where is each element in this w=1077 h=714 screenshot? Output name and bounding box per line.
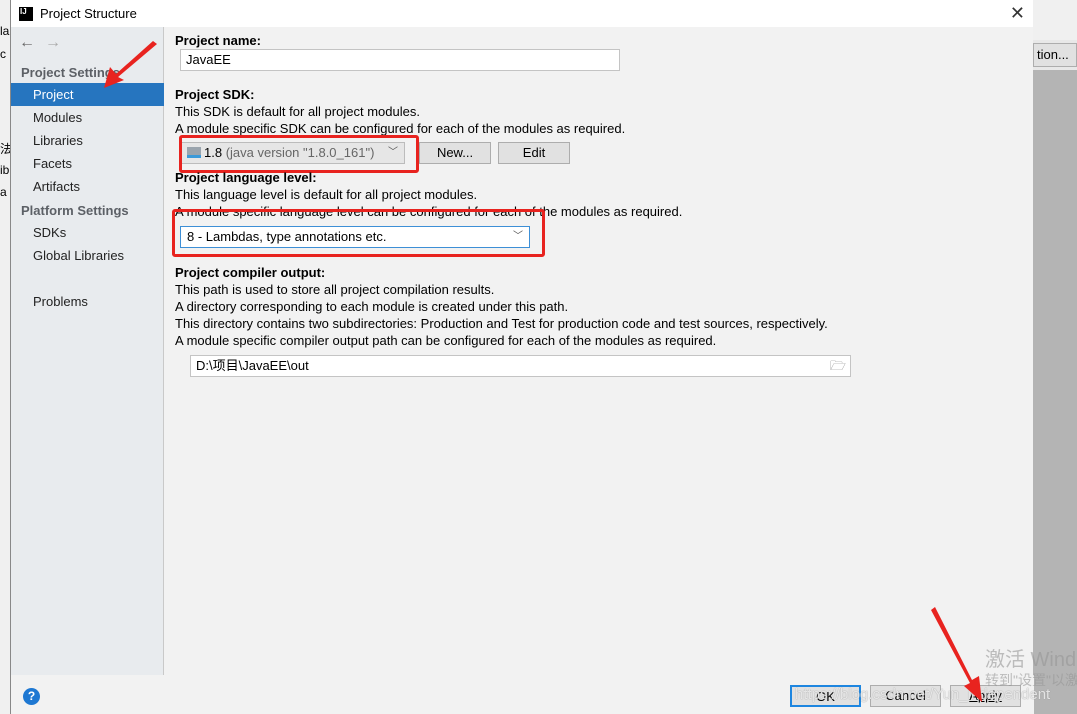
sidebar-item-artifacts[interactable]: Artifacts <box>11 175 164 198</box>
sdk-description: This SDK is default for all project modu… <box>175 104 420 119</box>
output-description: A directory corresponding to each module… <box>175 299 569 314</box>
window-title: Project Structure <box>40 6 137 21</box>
intellij-logo: IJ <box>19 6 33 21</box>
bg-text: c <box>0 47 6 61</box>
folder-browse-icon[interactable]: 🗁 <box>830 356 846 376</box>
compiler-output-input[interactable]: D:\项目\JavaEE\out 🗁 <box>190 355 851 377</box>
forward-arrow-icon[interactable]: → <box>45 34 61 51</box>
compiler-output-value: D:\项目\JavaEE\out <box>196 358 309 373</box>
sdk-description: A module specific SDK can be configured … <box>175 121 626 136</box>
project-sdk-label: Project SDK: <box>175 87 255 102</box>
output-description: This directory contains two subdirectori… <box>175 316 828 331</box>
sidebar-item-facets[interactable]: Facets <box>11 152 164 175</box>
compiler-output-label: Project compiler output: <box>175 265 326 280</box>
sidebar-item-libraries[interactable]: Libraries <box>11 129 164 152</box>
title-bar: IJ Project Structure ✕ <box>11 0 1033 27</box>
sidebar-item-sdks[interactable]: SDKs <box>11 221 164 244</box>
background-window-right: tion... <box>1033 0 1077 714</box>
section-project-settings: Project Settings <box>21 65 120 80</box>
sidebar-item-modules[interactable]: Modules <box>11 106 164 129</box>
sidebar-item-project[interactable]: Project <box>11 83 164 106</box>
language-level-label: Project language level: <box>175 170 317 185</box>
sidebar-item-global-libraries[interactable]: Global Libraries <box>11 244 164 267</box>
section-platform-settings: Platform Settings <box>21 203 129 218</box>
help-icon[interactable]: ? <box>23 688 40 705</box>
bg-text: ib <box>0 163 10 177</box>
project-structure-dialog: IJ Project Structure ✕ ← → Project Settin… <box>10 0 1034 714</box>
activation-watermark: 激活 Windows <box>985 649 1077 671</box>
project-name-input[interactable]: JavaEE <box>180 49 620 71</box>
project-name-label: Project name: <box>175 33 261 48</box>
bg-text: a <box>0 185 7 199</box>
highlight-box <box>172 209 545 257</box>
sidebar: ← → Project Settings Project Modules Libr… <box>11 27 164 675</box>
output-description: This path is used to store all project c… <box>175 282 495 297</box>
back-arrow-icon[interactable]: ← <box>19 34 35 51</box>
bg-text: la <box>0 24 10 38</box>
sidebar-item-problems[interactable]: Problems <box>11 290 164 313</box>
output-description: A module specific compiler output path c… <box>175 333 717 348</box>
close-icon[interactable]: ✕ <box>1010 3 1025 24</box>
url-watermark: https://blog.csdn.net/Yun_independent <box>795 686 1051 703</box>
new-sdk-button[interactable]: New... <box>419 142 491 164</box>
language-description: This language level is default for all p… <box>175 187 478 202</box>
edit-sdk-button[interactable]: Edit <box>498 142 570 164</box>
highlight-box <box>179 135 419 173</box>
bg-button: tion... <box>1033 43 1077 67</box>
